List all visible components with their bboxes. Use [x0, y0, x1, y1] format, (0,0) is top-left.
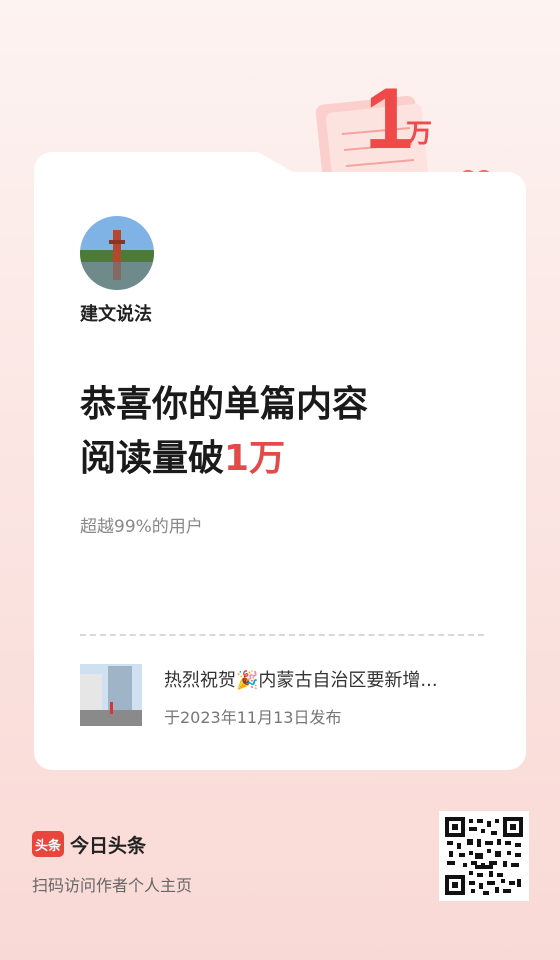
- headline-line-2: 阅读量破1万: [80, 432, 500, 486]
- article-title[interactable]: 热烈祝贺🎉内蒙古自治区要新增...: [164, 666, 464, 692]
- divider: [80, 634, 484, 636]
- scan-hint: 扫码访问作者个人主页: [32, 876, 193, 895]
- author-avatar[interactable]: [80, 216, 154, 290]
- subtitle: 超越99%的用户: [80, 517, 203, 537]
- badge-unit: 万: [406, 119, 432, 149]
- toutiao-logo: 头条: [32, 831, 64, 857]
- brand-name: 今日头条: [70, 835, 147, 857]
- headline-highlight: 1万: [224, 438, 286, 479]
- headline-line-1: 恭喜你的单篇内容: [80, 384, 369, 425]
- article-thumbnail[interactable]: [80, 664, 142, 726]
- author-name[interactable]: 建文说法: [80, 300, 152, 326]
- headline: 恭喜你的单篇内容 阅读量破1万: [80, 378, 500, 486]
- article-date: 于2023年11月13日发布: [164, 708, 342, 727]
- headline-prefix: 阅读量破: [80, 438, 225, 479]
- qr-code-icon[interactable]: [439, 811, 529, 901]
